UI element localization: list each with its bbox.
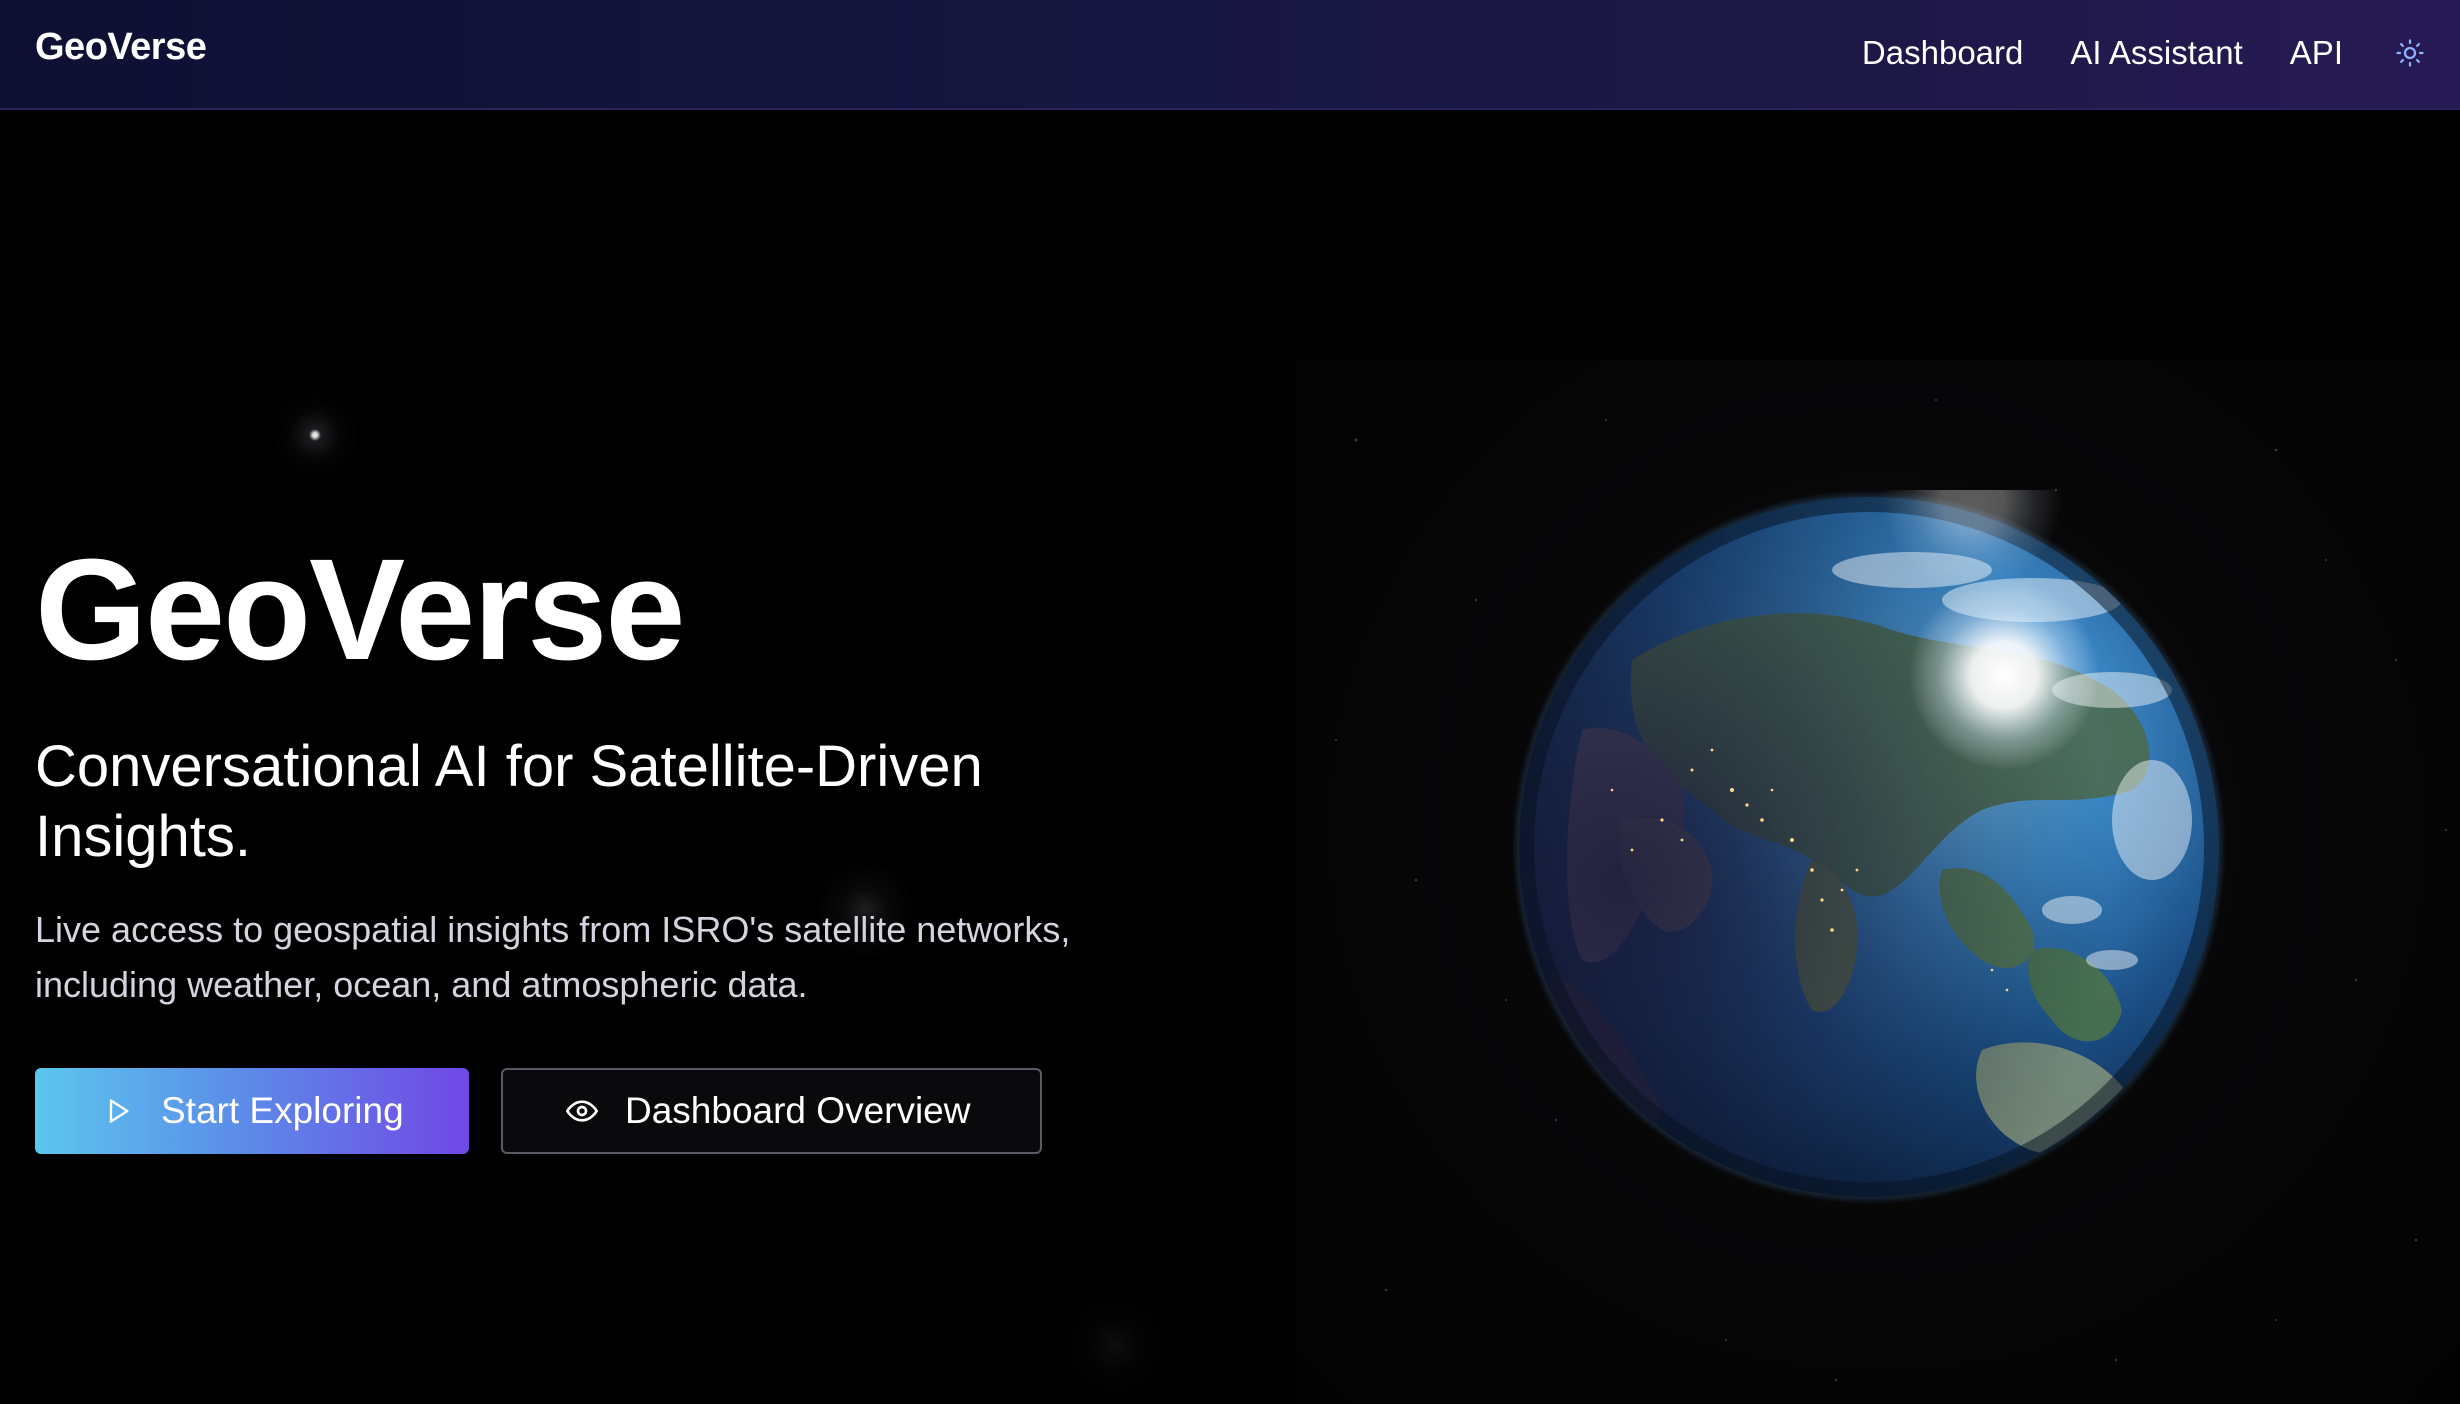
- hero-title: GeoVerse: [35, 529, 685, 690]
- start-exploring-label: Start Exploring: [161, 1090, 404, 1131]
- dashboard-overview-button[interactable]: Dashboard Overview: [501, 1068, 1042, 1154]
- nav-link-api[interactable]: API: [2290, 34, 2343, 72]
- hero-section: GeoVerse Conversational AI for Satellite…: [35, 530, 1235, 1012]
- dashboard-overview-label: Dashboard Overview: [625, 1090, 971, 1131]
- brand-logo[interactable]: GeoVerse: [35, 26, 207, 69]
- top-navbar: GeoVerse Dashboard AI Assistant API: [0, 0, 2460, 110]
- landing-page: GeoVerse Dashboard AI Assistant API GeoV…: [0, 0, 2460, 1404]
- nav-link-ai-assistant[interactable]: AI Assistant: [2070, 34, 2242, 72]
- earth-globe-image: [1512, 410, 2226, 1204]
- start-exploring-button[interactable]: Start Exploring: [35, 1068, 469, 1154]
- glow-star-decoration: [270, 390, 360, 480]
- nav-links: Dashboard AI Assistant API: [1862, 0, 2460, 106]
- theme-toggle-button[interactable]: [2390, 33, 2430, 73]
- hero-description: Live access to geospatial insights from …: [35, 909, 1071, 1005]
- hero-button-row: Start Exploring Dashboard Overview: [35, 1068, 1042, 1154]
- hero-subtitle: Conversational AI for Satellite-Driven I…: [35, 734, 983, 869]
- play-icon: [101, 1094, 135, 1128]
- earth-globe[interactable]: [1512, 410, 2226, 1204]
- sun-icon: [2396, 39, 2424, 67]
- nav-link-dashboard[interactable]: Dashboard: [1862, 34, 2023, 72]
- eye-icon: [565, 1094, 599, 1128]
- glow-star-decoration: [1060, 1290, 1170, 1400]
